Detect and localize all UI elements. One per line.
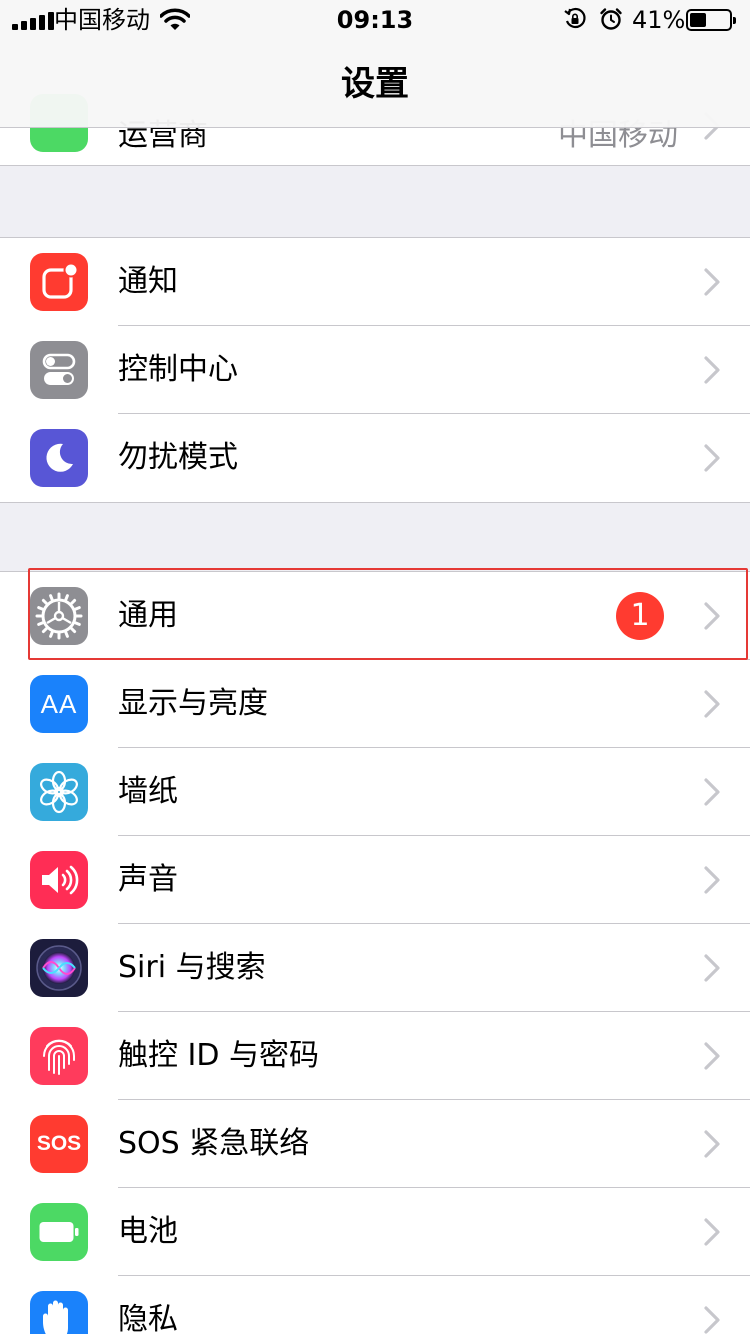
chevron-right-icon bbox=[704, 268, 720, 296]
wifi-icon bbox=[160, 8, 190, 30]
chevron-right-icon bbox=[704, 778, 720, 806]
settings-row-wallpaper[interactable]: 墙纸 bbox=[0, 748, 750, 836]
battery-percent: 41% bbox=[632, 6, 686, 34]
update-badge: 1 bbox=[616, 592, 664, 640]
carrier-name: 中国移动 bbox=[54, 6, 150, 34]
settings-row-sounds[interactable]: 声音 bbox=[0, 836, 750, 924]
wallpaper-flower-icon bbox=[30, 763, 88, 821]
settings-row-siri[interactable]: Siri 与搜索 bbox=[0, 924, 750, 1012]
row-label: 声音 bbox=[118, 862, 178, 897]
chevron-right-icon bbox=[704, 356, 720, 384]
chevron-right-icon bbox=[704, 690, 720, 718]
control-center-icon bbox=[30, 341, 88, 399]
battery-icon bbox=[30, 1203, 88, 1261]
rotation-lock-icon bbox=[564, 7, 586, 29]
settings-row-battery[interactable]: 电池 bbox=[0, 1188, 750, 1276]
hand-icon bbox=[30, 1291, 88, 1334]
chevron-right-icon bbox=[704, 1306, 720, 1334]
row-label: 触控 ID 与密码 bbox=[118, 1038, 320, 1073]
page-title: 设置 bbox=[341, 64, 409, 104]
row-label: 电池 bbox=[118, 1214, 178, 1249]
row-label: 通用 bbox=[118, 598, 178, 633]
siri-icon bbox=[30, 939, 88, 997]
chevron-right-icon bbox=[704, 602, 720, 630]
settings-row-general[interactable]: 通用 1 bbox=[0, 572, 750, 660]
sos-icon: SOS bbox=[30, 1115, 88, 1173]
settings-group-2: 通用 1 AA 显示与亮度 墙纸 声音 Siri 与搜索 触控 ID 与密码 S… bbox=[0, 571, 750, 1334]
settings-group-1: 通知 控制中心 勿扰模式 bbox=[0, 237, 750, 503]
settings-screen: 运营商 中国移动 中国移动 09:13 41% 设置 通知 控制中心 勿扰模式 … bbox=[0, 0, 750, 1334]
icon-text: AA bbox=[40, 688, 78, 719]
row-label: 通知 bbox=[118, 264, 178, 299]
status-bar: 中国移动 09:13 41% bbox=[0, 0, 750, 40]
settings-row-notifications[interactable]: 通知 bbox=[0, 238, 750, 326]
row-label: SOS 紧急联络 bbox=[118, 1126, 310, 1161]
chevron-right-icon bbox=[704, 1042, 720, 1070]
alarm-icon bbox=[600, 8, 622, 30]
battery-icon bbox=[686, 9, 736, 31]
settings-row-touch-id[interactable]: 触控 ID 与密码 bbox=[0, 1012, 750, 1100]
chevron-right-icon bbox=[704, 954, 720, 982]
row-label: 勿扰模式 bbox=[118, 440, 238, 475]
row-label: Siri 与搜索 bbox=[118, 950, 266, 985]
settings-row-emergency-sos[interactable]: SOS SOS 紧急联络 bbox=[0, 1100, 750, 1188]
row-label: 控制中心 bbox=[118, 352, 238, 387]
settings-row-privacy[interactable]: 隐私 bbox=[0, 1276, 750, 1334]
settings-row-do-not-disturb[interactable]: 勿扰模式 bbox=[0, 414, 750, 502]
chevron-right-icon bbox=[704, 444, 720, 472]
gear-icon bbox=[30, 587, 88, 645]
chevron-right-icon bbox=[704, 1130, 720, 1158]
icon-text: SOS bbox=[36, 1132, 82, 1155]
moon-icon bbox=[30, 429, 88, 487]
row-label: 隐私 bbox=[118, 1302, 178, 1334]
chevron-right-icon bbox=[704, 866, 720, 894]
top-bar: 中国移动 09:13 41% 设置 bbox=[0, 0, 750, 128]
row-label: 显示与亮度 bbox=[118, 686, 268, 721]
settings-row-control-center[interactable]: 控制中心 bbox=[0, 326, 750, 414]
fingerprint-icon bbox=[30, 1027, 88, 1085]
speaker-icon bbox=[30, 851, 88, 909]
row-label: 墙纸 bbox=[118, 774, 178, 809]
notifications-icon bbox=[30, 253, 88, 311]
signal-icon bbox=[12, 12, 54, 30]
display-brightness-icon: AA bbox=[30, 675, 88, 733]
chevron-right-icon bbox=[704, 1218, 720, 1246]
settings-row-display[interactable]: AA 显示与亮度 bbox=[0, 660, 750, 748]
